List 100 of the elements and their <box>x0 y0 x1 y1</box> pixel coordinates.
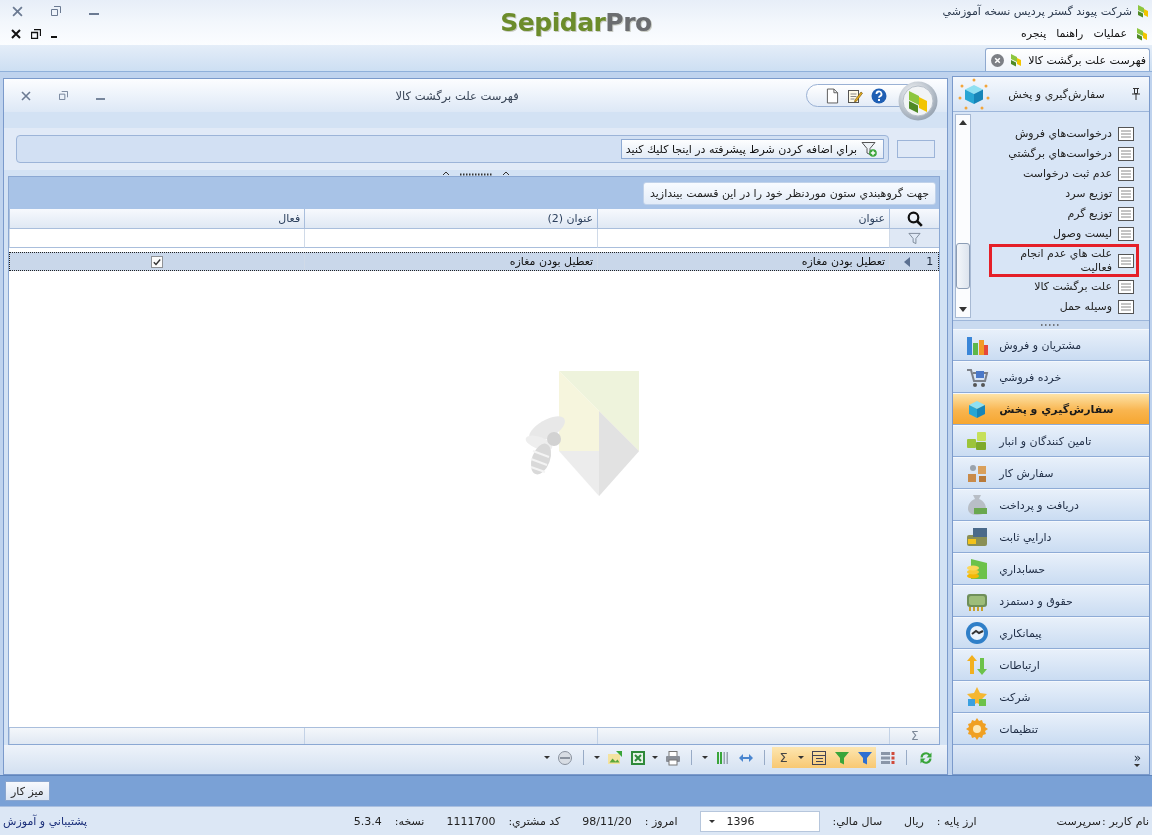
module-button[interactable]: دارايي ثابت <box>953 521 1149 553</box>
menu-item[interactable]: راهنما <box>1051 26 1089 41</box>
splitter-grip-icon[interactable] <box>441 170 510 176</box>
row-pointer-icon <box>904 256 911 267</box>
more-button[interactable]: » <box>1133 752 1141 767</box>
nav-list-item[interactable]: توزيع گرم <box>1062 204 1139 224</box>
logo-icon <box>898 81 939 121</box>
document-tab[interactable]: فهرست علت برگشت كالا <box>985 48 1150 71</box>
scroll-thumb[interactable] <box>956 243 971 289</box>
nav-list-item[interactable]: ليست وصول <box>1047 224 1139 244</box>
status-value: ريال <box>904 814 924 828</box>
support-link[interactable]: پشتيباني و آموزش <box>3 814 88 828</box>
row-number: 1 <box>926 255 934 268</box>
module-button[interactable]: سفارش‌گيري و پخش <box>953 393 1149 425</box>
menu-item[interactable]: پنجره <box>1015 26 1052 41</box>
status-value: سرپرست <box>1056 814 1102 828</box>
status-label: كد مشتري: <box>508 814 561 828</box>
restore-icon[interactable] <box>31 28 41 39</box>
nav-list-item[interactable]: درخواست‌هاي برگشتي <box>1003 144 1139 164</box>
scroll-up-icon[interactable] <box>959 120 968 125</box>
module-button[interactable]: تنظيمات <box>953 713 1149 745</box>
module-button[interactable]: ارتباطات <box>953 649 1149 681</box>
list-icon <box>1118 187 1134 201</box>
search-icon[interactable] <box>906 210 923 227</box>
workspace-button[interactable]: ميز كار <box>5 781 50 801</box>
filter-add-icon <box>861 141 878 157</box>
machine-icon <box>965 525 990 549</box>
filter-field[interactable] <box>9 229 305 248</box>
caret-icon <box>708 819 715 823</box>
column-header[interactable]: عنوان <box>597 209 890 229</box>
module-button[interactable]: پيمانكاري <box>953 617 1149 649</box>
year-dropdown[interactable]: 1396 <box>699 810 820 832</box>
advanced-filter-button[interactable]: براي اضافه كردن شرط پيشرفته در اينجا كليك كنيد <box>620 139 885 159</box>
status-label: نام كاربر : <box>1102 814 1149 828</box>
module-button[interactable]: شركت <box>953 681 1149 713</box>
group-panel-icon <box>810 749 827 766</box>
nav-list-item[interactable]: علت برگشت كالا <box>1029 277 1139 298</box>
checkbox[interactable] <box>151 255 164 268</box>
circle-icon <box>556 749 573 766</box>
nav-list-item[interactable]: توزيع سرد <box>1060 184 1139 204</box>
status-label: نسخه: <box>394 814 425 828</box>
nav-list-item[interactable]: وسيله حمل <box>1054 297 1139 318</box>
star-icon <box>965 685 990 709</box>
filter-icon[interactable] <box>908 231 922 245</box>
nav-title: سفارش‌گيري و پخش <box>1008 87 1105 101</box>
text-field[interactable] <box>897 140 936 158</box>
picture-icon <box>606 749 623 766</box>
module-button[interactable]: مشتريان و فروش <box>953 329 1149 361</box>
column-header[interactable]: فعال <box>9 209 305 229</box>
module-button[interactable]: خرده فروشي <box>953 361 1149 393</box>
leaf-icon <box>1137 4 1149 18</box>
filter-field[interactable] <box>597 229 890 248</box>
edit-icon[interactable] <box>847 87 864 104</box>
cube-icon <box>958 78 991 110</box>
caret-icon <box>594 756 601 759</box>
caret-icon <box>544 756 551 759</box>
globe-icon <box>965 621 990 645</box>
module-button[interactable]: دريافت و پرداخت <box>953 489 1149 521</box>
module-button[interactable]: حسابداري <box>953 553 1149 585</box>
nav-list-item[interactable]: علت هاي عدم انجام فعاليت <box>989 244 1139 278</box>
filter-icon <box>833 749 850 766</box>
scrollbar[interactable] <box>955 114 972 318</box>
refresh-icon <box>917 749 934 766</box>
leaf-icon <box>1010 53 1023 67</box>
list-icon <box>1118 207 1134 221</box>
column-header[interactable] <box>889 209 940 229</box>
sum-button[interactable]: Σ <box>772 747 796 768</box>
menu-item[interactable]: عمليات <box>1088 26 1132 41</box>
column-header[interactable]: عنوان (2) <box>304 209 598 229</box>
toolbar-button[interactable] <box>853 747 877 768</box>
minimize-icon[interactable] <box>51 35 57 38</box>
module-button[interactable]: سفارش كار <box>953 457 1149 489</box>
printer-icon <box>664 749 681 766</box>
list-icon <box>1118 127 1134 141</box>
list-icon <box>1118 167 1134 181</box>
spreadsheet-icon <box>629 749 646 766</box>
help-icon[interactable] <box>871 87 888 104</box>
close-icon[interactable] <box>11 28 21 39</box>
scroll-down-icon[interactable] <box>959 307 968 312</box>
status-value: 1111700 <box>446 814 496 828</box>
window-title: فهرست علت برگشت كالا <box>395 88 519 103</box>
money-bag-icon <box>965 493 990 517</box>
nav-list-item[interactable]: درخواست‌هاي فروش <box>1009 124 1139 144</box>
status-value: 98/11/20 <box>582 814 632 828</box>
module-button[interactable]: تامين كنندگان و انبار <box>953 425 1149 457</box>
status-label: سال مالي: <box>832 814 883 828</box>
caret-icon <box>652 756 659 759</box>
pin-icon[interactable] <box>1132 88 1140 100</box>
filter-field[interactable] <box>304 229 598 248</box>
nav-list-item[interactable]: عدم ثبت درخواست <box>1017 164 1139 184</box>
window-title: شركت پيوند گستر پرديس نسخه آموزشي <box>942 4 1132 18</box>
columns-icon <box>714 749 731 766</box>
list-icon <box>1118 227 1134 241</box>
module-button[interactable]: حقوق و دستمزد <box>953 585 1149 617</box>
group-hint: جهت گروهبندي ستون موردنظر خود را در اين قسمت بيندازيد <box>643 181 937 205</box>
summary-symbol: Σ <box>910 729 919 743</box>
table-cell: تعطيل بودن مغازه <box>509 255 594 268</box>
gear-icon <box>965 717 990 741</box>
document-icon[interactable] <box>826 87 840 104</box>
caret-icon <box>702 756 709 759</box>
